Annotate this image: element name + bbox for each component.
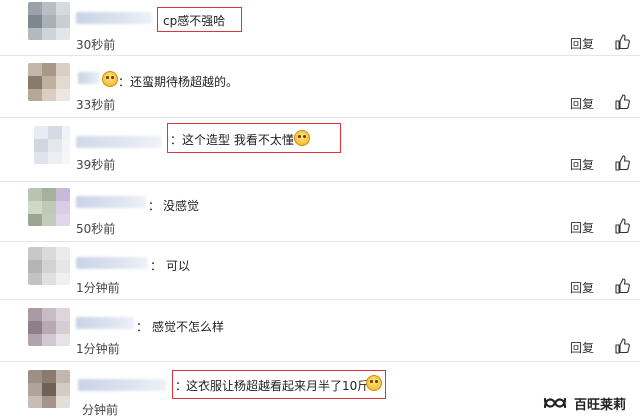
comment-separator: ： [170,133,183,147]
username-blurred[interactable] [76,12,152,24]
comment-time: 1分钟前 [76,342,120,356]
username-blurred[interactable] [76,257,148,269]
comment-separator: ： [136,320,149,334]
reply-button[interactable]: 回复 [570,156,594,173]
avatar[interactable] [28,308,70,346]
comment-separator: ： [150,259,163,273]
avatar[interactable] [28,188,70,226]
reply-button[interactable]: 回复 [570,35,594,52]
watermark-text: 百旺莱莉 [573,397,626,413]
comment-list: cp感不强哈 30秒前 回复 ： 还蛮期待杨超越的。 33秒前 回复 ： 这个造… [0,0,640,419]
comment-time: 33秒前 [76,98,116,112]
comment-text: 还蛮期待杨超越的。 [130,75,239,89]
emoji-icon [102,71,118,87]
username-blurred[interactable] [76,196,146,208]
list-item: ： 没感觉 50秒前 回复 [0,182,640,242]
reply-button[interactable]: 回复 [570,219,594,236]
watermark: 百旺莱莉 [542,393,626,413]
list-item: ： 可以 1分钟前 回复 [0,242,640,300]
avatar[interactable] [34,126,70,164]
thumbs-up-icon[interactable] [614,278,630,294]
avatar[interactable] [28,247,70,285]
thumbs-up-icon[interactable] [614,338,630,354]
list-item: ： 这个造型 我看不太懂 39秒前 回复 [0,118,640,182]
comment-text: 没感觉 [163,199,200,213]
comment-text: cp感不强哈 [163,14,226,28]
comment-time: 39秒前 [76,158,116,172]
avatar[interactable] [28,63,70,101]
emoji-icon [294,130,310,146]
comment-text: 可以 [166,259,191,273]
comment-text: 感觉不怎么样 [152,320,225,334]
thumbs-up-icon[interactable] [614,218,630,234]
reply-button[interactable]: 回复 [570,279,594,296]
reply-button[interactable]: 回复 [570,339,594,356]
wechat-channel-icon [543,397,567,409]
avatar[interactable] [28,370,70,408]
thumbs-up-icon[interactable] [614,94,630,110]
username-blurred[interactable] [76,136,162,148]
comment-text: 这衣服让杨超越看起来月半了10斤 [186,379,370,393]
username-blurred[interactable] [78,72,100,84]
comment-time: 50秒前 [76,222,116,236]
emoji-icon [366,375,382,391]
list-item: ： 感觉不怎么样 1分钟前 回复 [0,300,640,362]
reply-button[interactable]: 回复 [570,95,594,112]
username-blurred[interactable] [78,379,166,391]
comment-time: 分钟前 [82,403,119,417]
list-item: ： 还蛮期待杨超越的。 33秒前 回复 [0,56,640,118]
comment-time: 30秒前 [76,38,116,52]
list-item: cp感不强哈 30秒前 回复 [0,0,640,56]
avatar[interactable] [28,2,70,40]
comment-separator: ： [118,75,131,89]
thumbs-up-icon[interactable] [614,155,630,171]
username-blurred[interactable] [76,317,134,329]
thumbs-up-icon[interactable] [614,34,630,50]
comment-separator: ： [148,199,161,213]
comment-text: 这个造型 我看不太懂 [182,133,294,147]
comment-time: 1分钟前 [76,281,120,295]
